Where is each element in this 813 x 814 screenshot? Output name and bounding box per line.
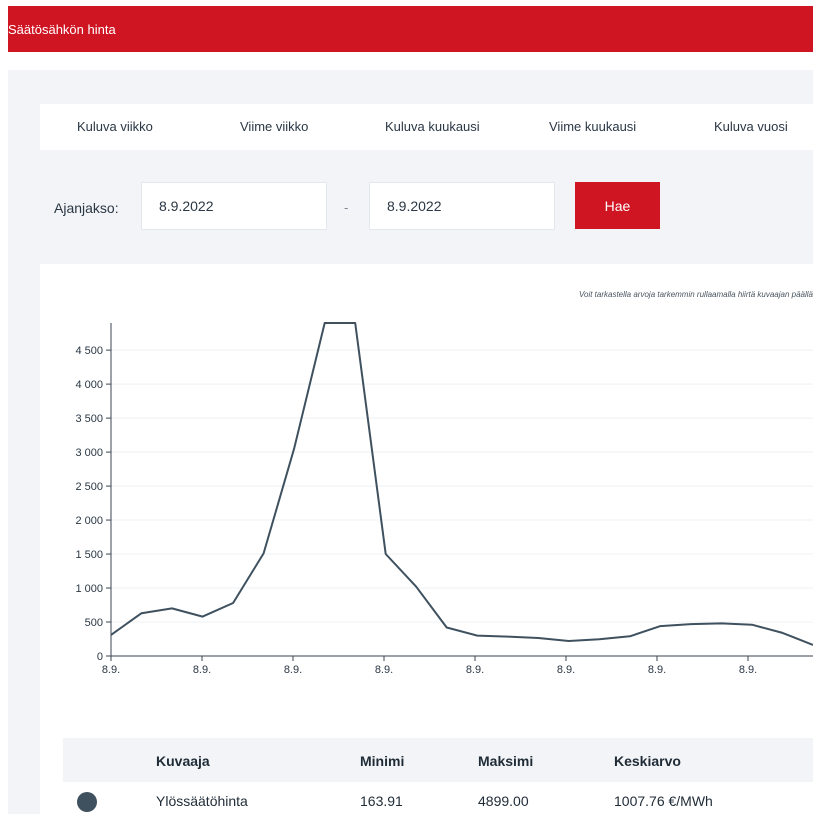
tab-current-month[interactable]: Kuluva kuukausi xyxy=(385,119,480,134)
row-max: 4899.00 xyxy=(478,793,529,809)
tab-last-week[interactable]: Viime viikko xyxy=(240,119,308,134)
page-header: Säätösähkön hinta xyxy=(8,6,813,52)
header-min: Minimi xyxy=(360,753,405,769)
header-max: Maksimi xyxy=(478,753,534,769)
end-date-input[interactable] xyxy=(369,182,555,230)
search-button[interactable]: Hae xyxy=(575,182,660,229)
row-series-name: Ylössäätöhinta xyxy=(156,793,248,809)
row-min: 163.91 xyxy=(360,793,403,809)
chart-hint: Voit tarkastella arvoja tarkemmin rullaa… xyxy=(578,290,813,299)
x-tick-label: 8.9. xyxy=(102,664,120,676)
x-tick-label: 8.9. xyxy=(193,664,211,676)
x-tick-label: 8.9. xyxy=(375,664,393,676)
x-tick-label: 8.9. xyxy=(466,664,484,676)
header-avg: Keskiarvo xyxy=(614,753,681,769)
tab-current-year[interactable]: Kuluva vuosi xyxy=(714,119,788,134)
y-tick-label: 500 xyxy=(85,617,103,629)
y-tick-label: 2 500 xyxy=(75,481,103,493)
y-tick-label: 3 500 xyxy=(75,413,103,425)
x-tick-label: 8.9. xyxy=(557,664,575,676)
series-color-dot[interactable] xyxy=(77,792,97,812)
tab-last-month[interactable]: Viime kuukausi xyxy=(549,119,636,134)
start-date-input[interactable] xyxy=(141,182,327,230)
y-tick-label: 4 500 xyxy=(75,345,103,357)
x-tick-label: 8.9. xyxy=(648,664,666,676)
header-series: Kuvaaja xyxy=(156,753,210,769)
y-tick-label: 3 000 xyxy=(75,447,103,459)
x-tick-label: 8.9. xyxy=(284,664,302,676)
y-tick-label: 0 xyxy=(97,651,103,663)
tab-current-week[interactable]: Kuluva viikko xyxy=(77,119,153,134)
page-title: Säätösähkön hinta xyxy=(8,22,116,37)
x-tick-label: 8.9. xyxy=(739,664,757,676)
period-label: Ajanjakso: xyxy=(54,200,119,216)
y-tick-label: 1 500 xyxy=(75,549,103,561)
y-tick-label: 2 000 xyxy=(75,515,103,527)
row-avg: 1007.76 €/MWh xyxy=(614,793,713,809)
y-tick-label: 4 000 xyxy=(75,379,103,391)
date-separator: - xyxy=(344,200,349,215)
chart-container xyxy=(40,264,813,814)
y-tick-label: 1 000 xyxy=(75,583,103,595)
period-tabs: Kuluva viikko Viime viikko Kuluva kuukau… xyxy=(40,104,813,150)
